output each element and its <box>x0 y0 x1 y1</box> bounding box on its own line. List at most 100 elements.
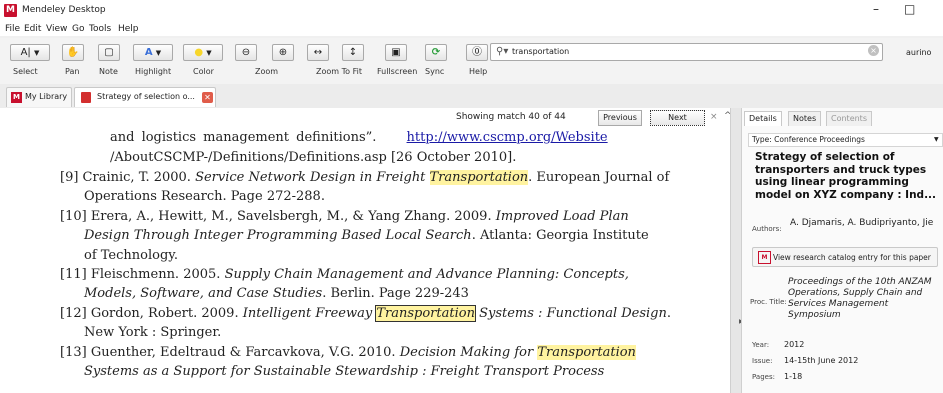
text-span: [10] Erera, A., Hewitt, M., Savelsbergh,… <box>60 209 496 224</box>
find-previous-button[interactable]: Previous <box>598 110 642 126</box>
chevron-down-icon[interactable]: ▼ <box>934 136 939 143</box>
chevron-down-icon: ▼ <box>155 49 162 57</box>
select-tool-button[interactable]: A| ▼ <box>10 44 50 61</box>
text-span: [13] Guenther, Edeltraud & Farcavkova, V… <box>60 345 400 360</box>
user-name[interactable]: aurino <box>906 48 931 57</box>
url-link[interactable]: http://www.cscmp.org/Website <box>407 130 608 145</box>
find-status: Showing match 40 of 44 <box>456 112 566 122</box>
highlight-label: Highlight <box>135 67 172 76</box>
find-next-button[interactable]: Next <box>650 110 705 126</box>
zoom-in-button[interactable]: ⊕ <box>272 44 294 61</box>
catalog-button-label: View research catalog entry for this pap… <box>773 253 931 262</box>
document-line: Design Through Integer Programming Based… <box>84 228 649 243</box>
text-span: [9] Crainic, T. 2000. <box>60 170 196 185</box>
authors-label: Authors: <box>752 225 782 233</box>
help-button[interactable]: ⓪ <box>466 44 488 61</box>
mendeley-logo-icon: M <box>11 92 22 103</box>
note-tool-button[interactable]: ▢ <box>98 44 120 61</box>
tab-contents[interactable]: Contents <box>826 111 872 126</box>
zoom-out-button[interactable]: ⊖ <box>235 44 257 61</box>
type-label: Type: <box>752 135 772 144</box>
document-line: New York : Springer. <box>84 325 222 340</box>
help-label: Help <box>469 67 488 76</box>
menu-file[interactable]: File <box>5 24 20 34</box>
current-search-highlight: Transportation <box>375 305 476 322</box>
text-span: Service Network Design in Freight <box>195 170 430 185</box>
text-span: Models, Software, and Case Studies <box>84 286 323 301</box>
document-line: Operations Research. Page 272-288. <box>84 189 325 204</box>
chevron-down-icon: ▼ <box>206 49 212 57</box>
text-span: Systems : Functional Design <box>474 306 667 321</box>
pan-tool-button[interactable]: ✋ <box>62 44 84 61</box>
menu-tools[interactable]: Tools <box>89 24 111 34</box>
document-line: Systems as a Support for Sustainable Ste… <box>84 364 605 379</box>
document-title[interactable]: Strategy of selection of transporters an… <box>755 151 940 201</box>
pan-label: Pan <box>65 67 80 76</box>
issue-value[interactable]: 14-15th June 2012 <box>784 355 858 366</box>
highlight-tool-button[interactable]: A ▼ <box>133 44 173 61</box>
fit-width-button[interactable]: ↔ <box>307 44 329 61</box>
pages-value[interactable]: 1-18 <box>784 371 802 382</box>
document-line: and logistics management definitions”. h… <box>110 130 608 145</box>
menu-edit[interactable]: Edit <box>24 24 41 34</box>
menu-bar <box>0 22 943 36</box>
text-span: Supply Chain Management and Advance Plan… <box>224 267 629 282</box>
highlighter-icon: A <box>144 47 153 58</box>
text-span: Decision Making for <box>399 345 538 360</box>
search-highlight: Transportation <box>537 345 636 360</box>
tab-my-library[interactable]: M My Library <box>6 87 72 107</box>
fit-height-icon: ↕ <box>348 47 358 58</box>
year-label: Year: <box>752 341 770 349</box>
proc-title-value[interactable]: Proceedings of the 10th ANZAM Operations… <box>788 277 938 321</box>
reference-13: [13] Guenther, Edeltraud & Farcavkova, V… <box>60 345 636 360</box>
search-value: transportation <box>512 47 570 56</box>
authors-value[interactable]: A. Djamaris, A. Budipriyanto, Jie <box>790 218 940 229</box>
minimize-button[interactable]: – <box>873 2 879 16</box>
sync-icon: ⟳ <box>431 47 441 58</box>
fullscreen-button[interactable]: ▣ <box>385 44 407 61</box>
close-tab-button[interactable]: ✕ <box>202 92 213 103</box>
reference-10: [10] Erera, A., Hewitt, M., Savelsbergh,… <box>60 209 629 224</box>
zoom-label: Zoom <box>255 67 279 76</box>
fit-height-button[interactable]: ↕ <box>342 44 364 61</box>
window-title: Mendeley Desktop <box>22 5 106 15</box>
zoom-in-icon: ⊕ <box>278 47 288 58</box>
tab-notes[interactable]: Notes <box>788 111 822 126</box>
document-line: of Technology. <box>84 248 179 263</box>
mendeley-logo-icon: M <box>4 4 17 17</box>
zoom-to-fit-label: Zoom To Fit <box>316 67 362 76</box>
color-circle-icon: ● <box>194 47 204 58</box>
fullscreen-label: Fullscreen <box>377 67 418 76</box>
text-span: . Berlin. Page 229-243 <box>322 286 469 301</box>
text-span: . Atlanta: Georgia Institute <box>471 228 649 243</box>
color-picker-button[interactable]: ● ▼ <box>183 44 223 61</box>
search-clear-button[interactable]: × <box>868 45 879 56</box>
search-icon[interactable]: ⚲▾ <box>496 46 508 57</box>
text-span: and logistics management definitions”. <box>110 130 377 145</box>
menu-go[interactable]: Go <box>72 24 84 34</box>
help-icon: ⓪ <box>472 47 482 58</box>
select-label: Select <box>13 67 38 76</box>
vertical-scrollbar[interactable] <box>730 108 741 393</box>
tab-details[interactable]: Details <box>744 111 782 126</box>
pdf-icon <box>81 92 91 103</box>
text-span: . European Journal of <box>528 170 670 185</box>
search-highlight: Transportation <box>429 170 529 185</box>
mendeley-logo-icon: M <box>758 251 771 264</box>
text-span: Improved Load Plan <box>495 209 629 224</box>
text-span: [12] Gordon, Robert. 2009. <box>60 306 243 321</box>
tab-label: Strategy of selection o... <box>97 92 195 101</box>
sync-label: Sync <box>425 67 445 76</box>
sync-button[interactable]: ⟳ <box>425 44 447 61</box>
type-select[interactable]: Type: Conference Proceedings <box>748 133 943 147</box>
fullscreen-icon: ▣ <box>391 47 401 58</box>
menu-help[interactable]: Help <box>118 24 139 34</box>
close-find-icon[interactable]: × <box>710 112 718 122</box>
tab-document[interactable]: Strategy of selection o... <box>74 87 216 107</box>
year-value[interactable]: 2012 <box>784 339 804 350</box>
menu-view[interactable]: View <box>46 24 67 34</box>
color-label: Color <box>193 67 214 76</box>
reference-9: [9] Crainic, T. 2000. Service Network De… <box>60 170 669 185</box>
maximize-button[interactable]: □ <box>904 2 915 16</box>
proc-title-label: Proc. Title: <box>750 298 787 306</box>
